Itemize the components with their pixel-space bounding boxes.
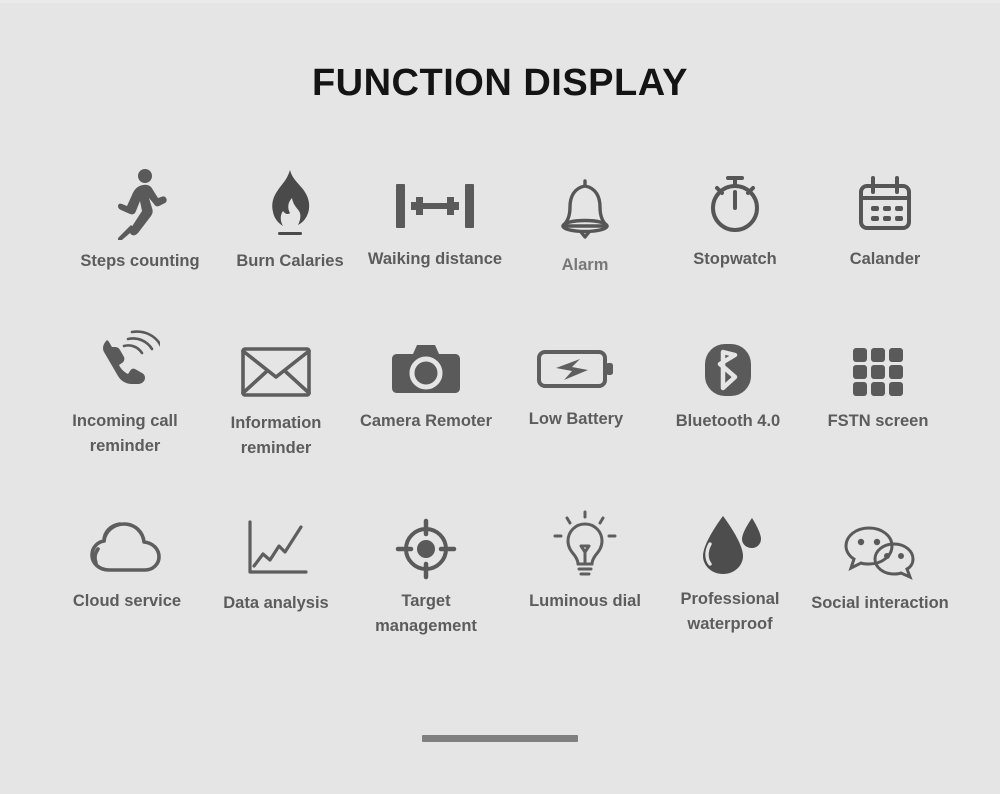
feature-item-incoming-call-reminder[interactable]: Incoming call reminder	[45, 328, 205, 459]
feature-label: Calander	[849, 250, 921, 268]
feature-item-information-reminder[interactable]: Information reminder	[196, 330, 356, 461]
bell-icon	[505, 172, 665, 244]
feature-item-data-analysis[interactable]: Data analysis	[196, 510, 356, 616]
feature-label: Cloud service	[72, 592, 182, 610]
feature-item-low-battery[interactable]: Low Battery	[496, 326, 656, 432]
battery-bolt-icon	[496, 326, 656, 398]
feature-item-target-management[interactable]: Target management	[346, 508, 506, 639]
grid-squares-icon	[798, 328, 958, 400]
feature-label: Incoming call reminder	[72, 412, 178, 455]
feature-item-luminous-dial[interactable]: Luminous dial	[505, 508, 665, 614]
feature-label: Social interaction	[811, 594, 949, 612]
home-indicator-bar[interactable]	[422, 735, 578, 742]
distance-measure-icon	[355, 166, 515, 238]
feature-grid: Steps counting Burn Calaries Waiking dis…	[0, 168, 1000, 688]
lightbulb-icon	[505, 508, 665, 580]
stopwatch-icon	[655, 166, 815, 238]
feature-label: Camera Remoter	[359, 412, 493, 430]
feature-item-camera-remoter[interactable]: Camera Remoter	[346, 328, 506, 434]
feature-item-fstn-screen[interactable]: FSTN screen	[798, 328, 958, 434]
chat-bubbles-icon	[800, 510, 960, 582]
feature-label: Bluetooth 4.0	[675, 412, 781, 430]
cloud-icon	[47, 508, 207, 580]
feature-item-stopwatch[interactable]: Stopwatch	[655, 166, 815, 272]
feature-item-professional-waterproof[interactable]: Professional waterproof	[650, 506, 810, 637]
feature-label: FSTN screen	[827, 412, 929, 430]
feature-label: Data analysis	[223, 594, 329, 612]
feature-label: Professional waterproof	[680, 590, 780, 633]
bluetooth-icon	[648, 328, 808, 400]
water-drop-icon	[650, 506, 810, 578]
feature-item-alarm[interactable]: Alarm	[505, 172, 665, 278]
ringing-phone-icon	[45, 328, 205, 400]
feature-item-cloud-service[interactable]: Cloud service	[47, 508, 207, 614]
crosshair-target-icon	[346, 508, 506, 580]
feature-label: Burn Calaries	[236, 252, 344, 270]
feature-item-bluetooth-40[interactable]: Bluetooth 4.0	[648, 328, 808, 434]
feature-label: Stopwatch	[693, 250, 777, 268]
top-edge-strip	[0, 0, 1000, 3]
running-person-icon	[60, 168, 220, 240]
calendar-icon	[805, 166, 965, 238]
feature-item-burn-calaries[interactable]: Burn Calaries	[210, 168, 370, 274]
feature-label: Low Battery	[528, 410, 624, 428]
line-chart-icon	[196, 510, 356, 582]
feature-item-calander[interactable]: Calander	[805, 166, 965, 272]
feature-label: Steps counting	[80, 252, 200, 270]
feature-item-social-interaction[interactable]: Social interaction	[800, 510, 960, 616]
envelope-icon	[196, 330, 356, 402]
camera-icon	[346, 328, 506, 400]
feature-label: Target management	[375, 592, 477, 635]
flame-icon	[210, 168, 370, 240]
feature-item-waiking-distance[interactable]: Waiking distance	[355, 166, 515, 272]
feature-label: Information reminder	[230, 414, 322, 457]
feature-label: Luminous dial	[529, 592, 641, 610]
feature-row-2: Incoming call reminder Information remin…	[0, 328, 1000, 508]
feature-row-3: Cloud service Data analysis Target manag…	[0, 508, 1000, 688]
feature-label: Waiking distance	[367, 250, 503, 268]
feature-row-1: Steps counting Burn Calaries Waiking dis…	[0, 168, 1000, 328]
feature-item-steps-counting[interactable]: Steps counting	[60, 168, 220, 274]
feature-label: Alarm	[561, 256, 609, 274]
page-title: FUNCTION DISPLAY	[311, 62, 689, 104]
function-display-page: FUNCTION DISPLAY Steps counting Burn Cal…	[0, 0, 1000, 794]
